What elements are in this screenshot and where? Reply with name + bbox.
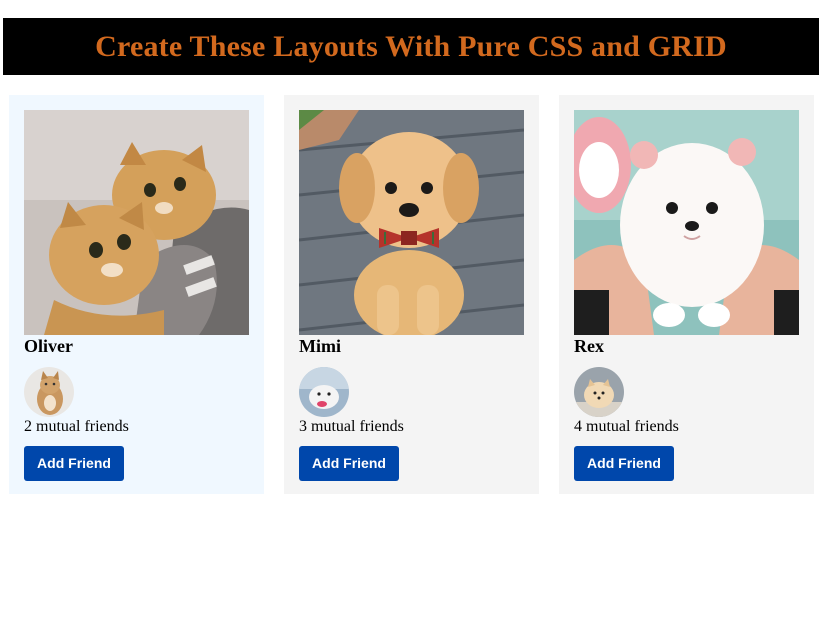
pomeranian-avatar[interactable] (574, 367, 624, 417)
add-friend-button[interactable]: Add Friend (574, 446, 674, 481)
friend-name: Oliver (24, 336, 73, 356)
mutual-friends-count: 2 mutual friends (24, 418, 129, 435)
page-title: Create These Layouts With Pure CSS and G… (95, 29, 727, 63)
cards-grid: Oliver 2 mutual friends Add Friend Mimi … (9, 95, 815, 494)
friend-card: Rex 4 mutual friends Add Friend (559, 95, 814, 494)
pet-avatar[interactable] (299, 367, 349, 417)
white-pomeranian-photo (574, 110, 799, 335)
header-banner: Create These Layouts With Pure CSS and G… (3, 18, 819, 75)
friend-name: Mimi (299, 336, 341, 356)
cat-avatar[interactable] (24, 367, 74, 417)
friend-card: Mimi 3 mutual friends Add Friend (284, 95, 539, 494)
add-friend-button[interactable]: Add Friend (299, 446, 399, 481)
friend-name: Rex (574, 336, 604, 356)
mutual-friends-count: 4 mutual friends (574, 418, 679, 435)
mutual-friends-count: 3 mutual friends (299, 418, 404, 435)
add-friend-button[interactable]: Add Friend (24, 446, 124, 481)
friend-card: Oliver 2 mutual friends Add Friend (9, 95, 264, 494)
two-kittens-photo (24, 110, 249, 335)
golden-puppy-photo (299, 110, 524, 335)
